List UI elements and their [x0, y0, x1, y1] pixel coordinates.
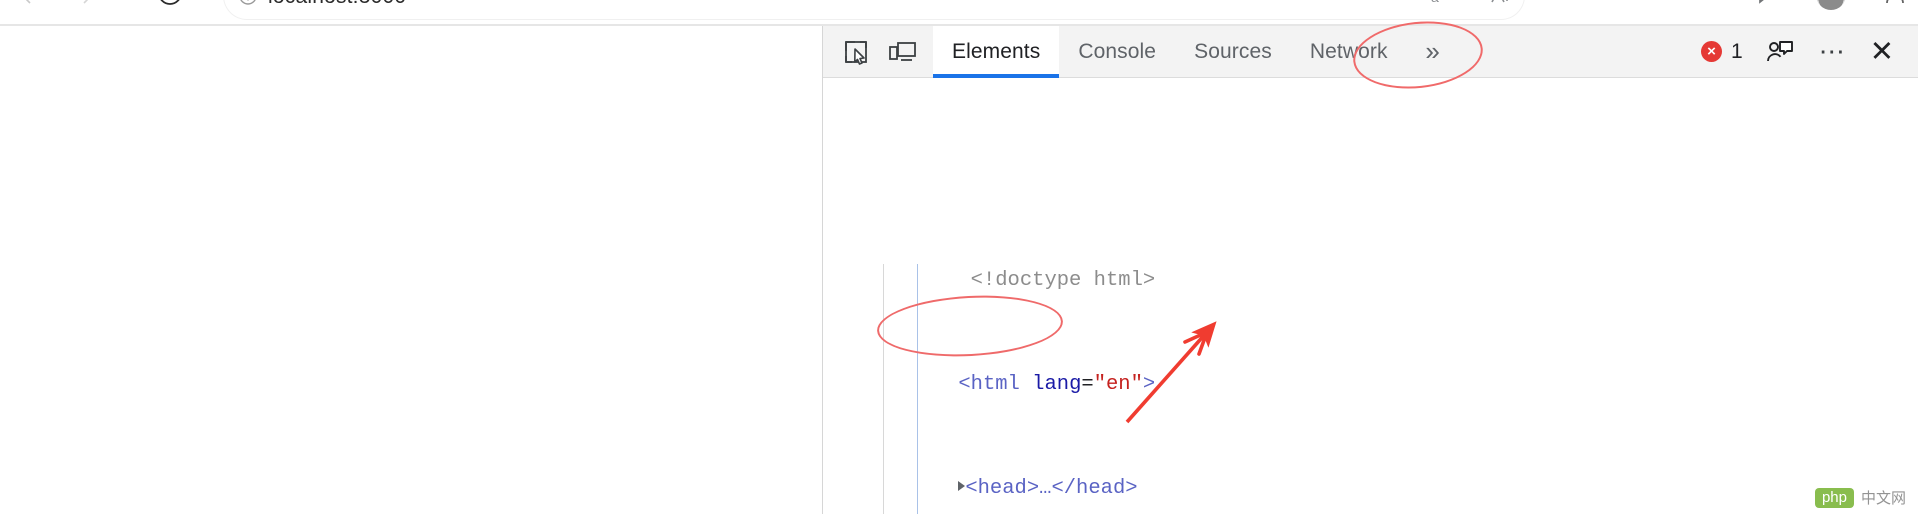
- feedback-person-icon[interactable]: [1757, 29, 1803, 75]
- tab-console[interactable]: Console: [1059, 26, 1175, 78]
- reload-icon[interactable]: [155, 0, 185, 8]
- tab-network[interactable]: Network: [1291, 26, 1407, 78]
- tab-elements[interactable]: Elements: [933, 25, 1060, 78]
- devtools-scrollbar[interactable]: [1912, 78, 1918, 514]
- html-open-lt: <: [958, 373, 971, 396]
- devtools-more-options-icon[interactable]: ⋯: [1809, 36, 1858, 67]
- head-collapsed-text: <head>…</head>: [965, 477, 1138, 500]
- site-info-icon[interactable]: [238, 0, 258, 6]
- error-count-label: 1: [1731, 39, 1743, 63]
- tab-network-label: Network: [1309, 39, 1388, 63]
- address-text: localhost:3000: [268, 0, 406, 9]
- browser-chrome: localhost:3000 a: [0, 0, 1918, 24]
- devtools-toolbar-right: × 1 ⋯ ✕: [1693, 29, 1918, 75]
- tab-console-label: Console: [1078, 39, 1157, 63]
- devtools-toolbar: Elements Console Sources Network » × 1 ⋯…: [823, 15, 1918, 95]
- dom-row-doctype[interactable]: <!doctype html>: [823, 242, 1918, 292]
- tab-sources-label: Sources: [1194, 39, 1272, 63]
- dom-tree: <!doctype html> <html lang="en"> <head>……: [823, 78, 1918, 514]
- translate-icon[interactable]: a: [1428, 0, 1454, 10]
- forward-arrow-icon[interactable]: [74, 0, 100, 8]
- devtools-panel: Elements Console Sources Network » × 1 ⋯…: [822, 15, 1918, 514]
- tab-elements-label: Elements: [952, 39, 1041, 63]
- more-tabs-glyph: »: [1425, 36, 1440, 66]
- back-arrow-icon[interactable]: [14, 0, 40, 8]
- browser-nav-buttons: [14, 0, 100, 8]
- account-icon[interactable]: [1882, 0, 1908, 8]
- address-bar-actions: a: [1428, 0, 1514, 10]
- html-tagname: html: [970, 373, 1020, 396]
- dom-row-html[interactable]: <html lang="en">: [823, 346, 1918, 396]
- html-attr-name: lang: [1032, 373, 1082, 396]
- inspect-element-icon[interactable]: [833, 29, 879, 75]
- doctype-text: <!doctype html>: [970, 269, 1156, 292]
- error-icon: ×: [1701, 41, 1722, 62]
- profile-avatar-icon[interactable]: [1816, 0, 1846, 10]
- more-tabs-chevron-icon[interactable]: »: [1407, 26, 1459, 78]
- device-toolbar-icon[interactable]: [879, 29, 925, 75]
- watermark-badge: php: [1814, 487, 1854, 508]
- address-bar[interactable]: localhost:3000: [224, 0, 1524, 19]
- watermark-text: 中文网: [1860, 490, 1906, 507]
- devtools-close-icon[interactable]: ✕: [1864, 34, 1906, 69]
- watermark: php 中文网: [1814, 487, 1906, 508]
- dom-row-head[interactable]: <head>…</head>: [823, 450, 1918, 500]
- error-count-badge[interactable]: × 1: [1693, 40, 1751, 64]
- screenshot-root: localhost:3000 a: [0, 0, 1918, 514]
- devtools-tabs: Elements Console Sources Network: [933, 25, 1407, 78]
- html-open-gt: >: [1142, 373, 1156, 396]
- browser-toolbar-right: [1754, 0, 1908, 10]
- collections-icon[interactable]: [1754, 0, 1780, 8]
- page-viewport: [0, 26, 822, 514]
- html-attr-value: "en": [1093, 373, 1143, 396]
- tab-sources[interactable]: Sources: [1175, 26, 1291, 78]
- add-favorite-icon[interactable]: [1488, 0, 1514, 10]
- svg-text:a: a: [1431, 0, 1439, 5]
